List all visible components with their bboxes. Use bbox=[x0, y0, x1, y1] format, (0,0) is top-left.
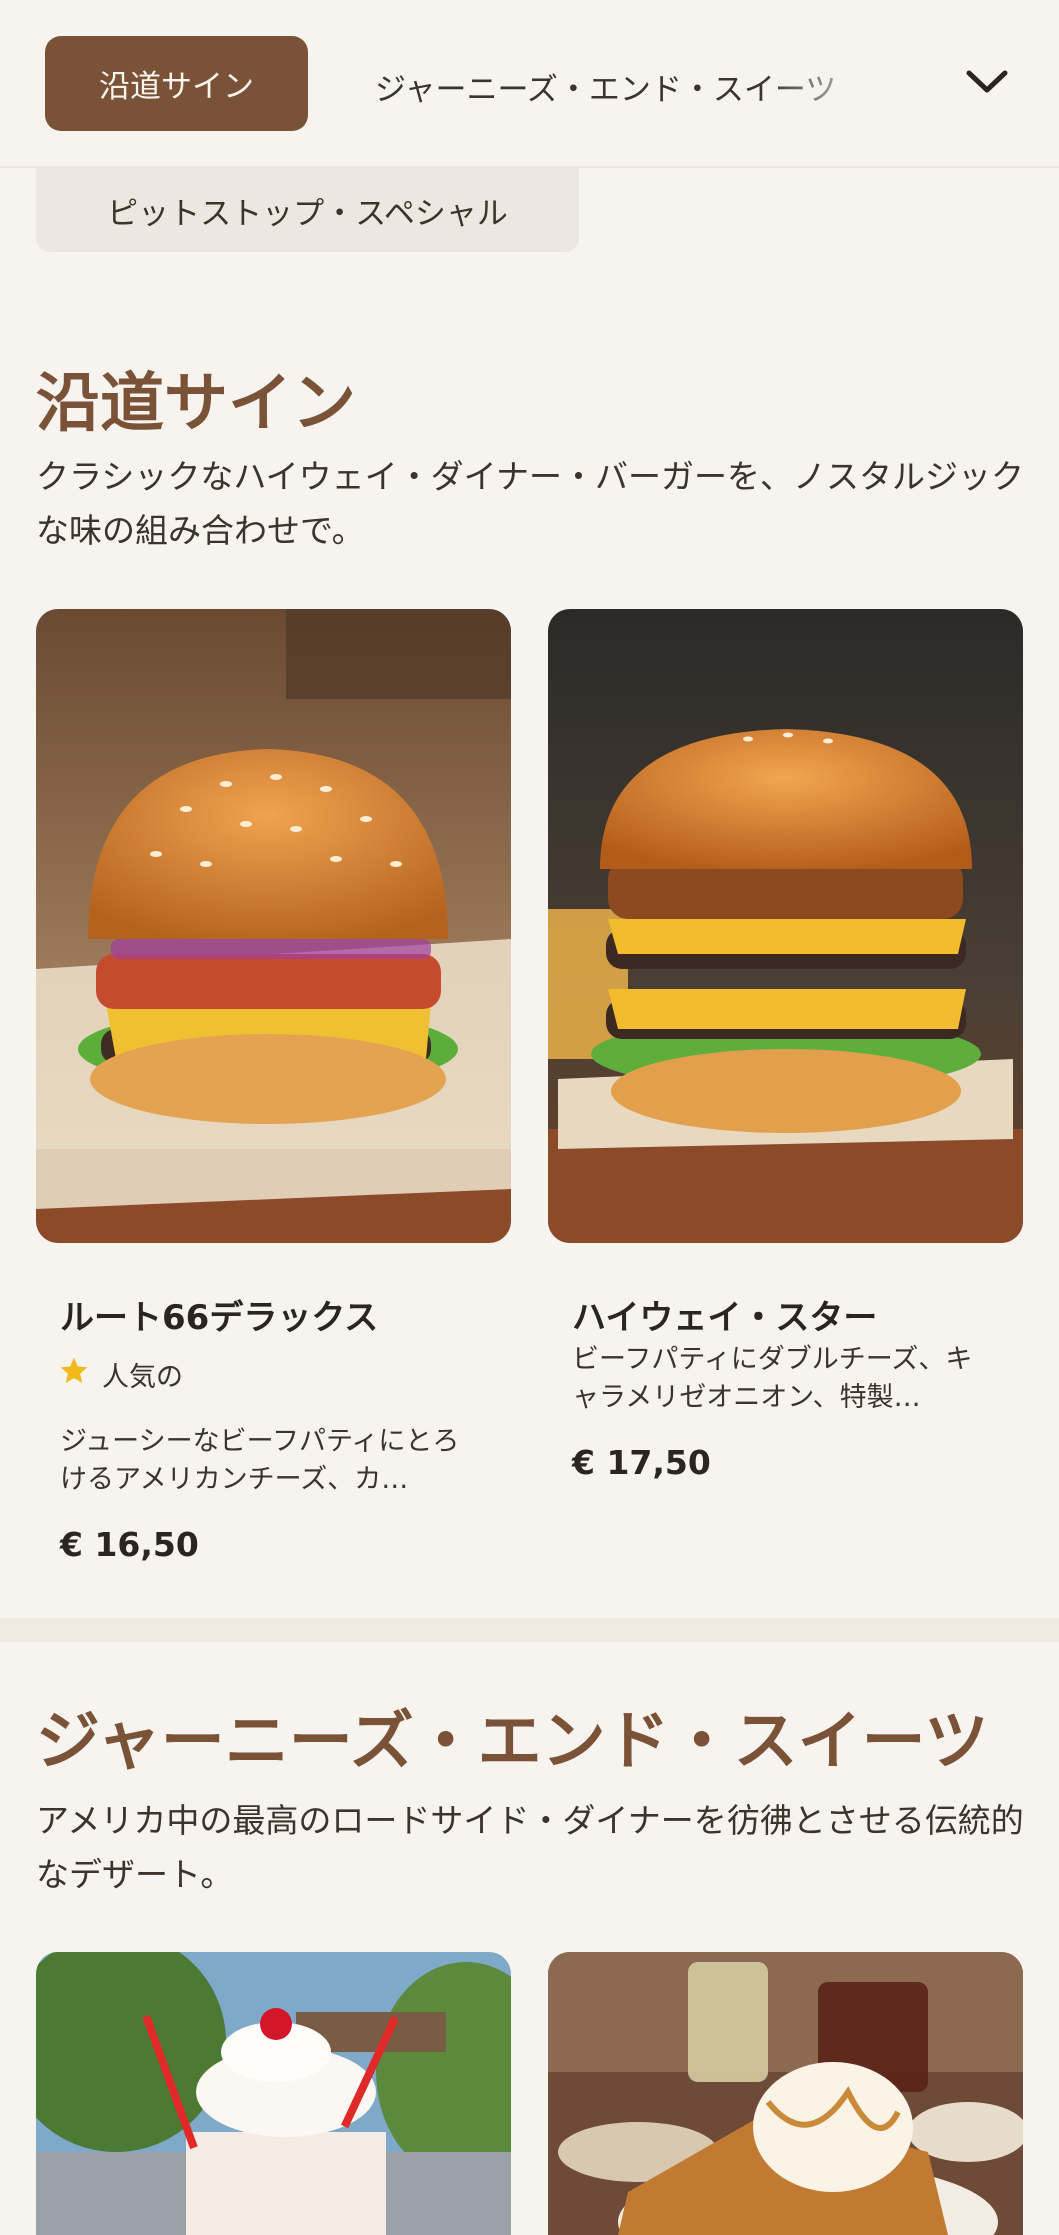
chevron-down-icon[interactable] bbox=[962, 62, 1012, 102]
category-chip-pit-stop-specials[interactable]: ピットストップ・スペシャル bbox=[36, 168, 579, 252]
star-icon bbox=[58, 1355, 90, 1394]
item-name[interactable]: ルート66デラックス bbox=[60, 1290, 378, 1339]
item-price: € 16,50 bbox=[60, 1525, 199, 1564]
item-price: € 17,50 bbox=[572, 1443, 711, 1482]
section-divider bbox=[0, 1618, 1059, 1642]
item-name[interactable]: ハイウェイ・スター bbox=[572, 1290, 877, 1339]
section-title: 沿道サイン bbox=[36, 367, 356, 441]
item-description: ビーフパティにダブルチーズ、キャラメリゼオニオン、特製… bbox=[572, 1344, 973, 1413]
section-description: アメリカ中の最高のロードサイド・ダイナーを彷彿とさせる伝統的なデザート。 bbox=[36, 1801, 1024, 1894]
double-burger-photo[interactable] bbox=[548, 609, 1023, 1243]
item-description: ジューシーなビーフパティにとろけるアメリカンチーズ、カ… bbox=[60, 1426, 460, 1495]
burger-photo[interactable] bbox=[36, 609, 511, 1243]
category-nav: 沿道サイン ジャーニーズ・エンド・スイーツ bbox=[0, 0, 1059, 168]
category-chip-journeys-end-sweets[interactable]: ジャーニーズ・エンド・スイーツ bbox=[375, 56, 895, 116]
milkshake-photo[interactable] bbox=[36, 1952, 511, 2235]
dessert-photo[interactable] bbox=[548, 1952, 1023, 2235]
section-title: ジャーニーズ・エンド・スイーツ bbox=[36, 1705, 989, 1779]
badge-label: 人気の bbox=[102, 1362, 183, 1393]
popular-badge: 人気の bbox=[58, 1355, 183, 1394]
section-description: クラシックなハイウェイ・ダイナー・バーガーを、ノスタルジックな味の組み合わせで。 bbox=[36, 457, 1025, 550]
category-chip-roadside-signs[interactable]: 沿道サイン bbox=[45, 36, 308, 131]
